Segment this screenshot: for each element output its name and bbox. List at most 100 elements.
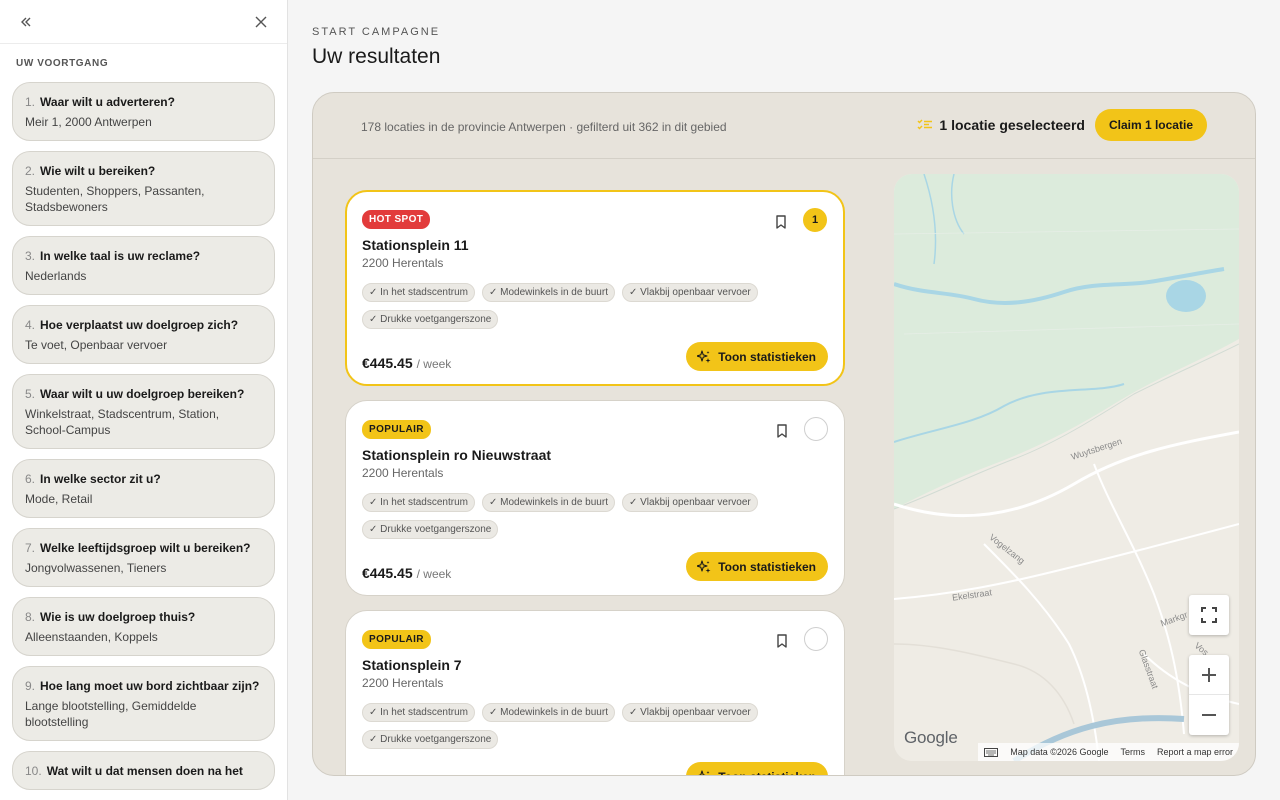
step-question: 9. Hoe lang moet uw bord zichtbaar zijn? — [25, 678, 262, 694]
progress-step[interactable]: 3. In welke taal is uw reclame? Nederlands — [12, 236, 275, 295]
location-postcode: 2200 Herentals — [362, 676, 444, 690]
page-title: Uw resultaten — [312, 45, 441, 68]
step-question-text: Wie wilt u bereiken? — [40, 164, 156, 178]
progress-sidebar: UW VOORTGANG 1. Waar wilt u adverteren? Me… — [0, 0, 288, 800]
show-stats-label: Toon statistieken — [718, 349, 816, 364]
map-footer: Map data ©2026 Google Terms Report a map… — [978, 743, 1239, 761]
step-number: 1. — [25, 95, 36, 109]
google-logo: Google — [904, 728, 958, 747]
step-number: 4. — [25, 318, 36, 332]
step-answer: Studenten, Shoppers, Passanten, Stadsbew… — [25, 184, 205, 214]
location-card[interactable]: HOT SPOT 1 Stationsplein 11 2200 Herentals ✓… — [345, 190, 845, 386]
feature-tag: ✓ Vlakbij openbaar vervoer — [621, 283, 758, 302]
bookmark-button[interactable] — [774, 633, 790, 649]
feature-tag: ✓ In het stadscentrum — [362, 703, 475, 722]
step-answer: Nederlands — [25, 269, 87, 283]
price-period: / week — [416, 567, 452, 581]
show-stats-label: Toon statistieken — [718, 559, 816, 574]
feature-tag: ✓ Modewinkels in de buurt — [481, 283, 615, 302]
map-report-link[interactable]: Report a map error — [1157, 747, 1233, 757]
step-answer: Alleenstaanden, Koppels — [25, 630, 158, 644]
location-badge: POPULAIR — [362, 420, 431, 439]
plus-icon — [1202, 667, 1216, 682]
map-data-attribution: Map data ©2026 Google — [1010, 747, 1109, 757]
zoom-in-button[interactable] — [1189, 655, 1229, 695]
show-stats-button[interactable]: Toon statistieken — [686, 342, 828, 371]
step-question: 10. Wat wilt u dat mensen doen na het — [25, 763, 262, 779]
location-postcode: 2200 Herentals — [362, 466, 444, 480]
step-question: 3. In welke taal is uw reclame? — [25, 248, 262, 264]
price-row: €445.45/ week — [362, 355, 451, 371]
close-icon — [255, 16, 267, 28]
list-check-icon — [917, 117, 933, 133]
fullscreen-icon — [1201, 607, 1217, 623]
progress-step[interactable]: 10. Wat wilt u dat mensen doen na het — [12, 751, 275, 790]
select-checkbox[interactable] — [804, 627, 828, 651]
location-card[interactable]: POPULAIR Stationsplein ro Nieuwstraat 2200… — [345, 400, 845, 596]
sparkles-icon — [697, 349, 711, 363]
step-question-text: Waar wilt u uw doelgroep bereiken? — [40, 387, 245, 401]
feature-tag: ✓ Drukke voetgangerszone — [362, 310, 499, 329]
location-title: Stationsplein 7 — [362, 657, 462, 673]
step-question-text: Wie is uw doelgroep thuis? — [40, 610, 196, 624]
location-badge: POPULAIR — [362, 630, 431, 649]
bookmark-button[interactable] — [773, 214, 789, 230]
bookmark-button[interactable] — [774, 423, 790, 439]
progress-step[interactable]: 1. Waar wilt u adverteren? Meir 1, 2000 An… — [12, 82, 275, 141]
price: €445.45 — [362, 355, 413, 371]
location-card[interactable]: POPULAIR Stationsplein 7 2200 Herentals ✓ I… — [345, 610, 845, 776]
feature-tags: ✓ In het stadscentrum ✓ Modewinkels in de… — [362, 283, 782, 329]
progress-steps: 1. Waar wilt u adverteren? Meir 1, 2000 An… — [12, 82, 275, 800]
progress-step[interactable]: 5. Waar wilt u uw doelgroep bereiken? Wink… — [12, 374, 275, 449]
select-checkbox[interactable] — [804, 417, 828, 441]
step-question: 2. Wie wilt u bereiken? — [25, 163, 262, 179]
fullscreen-button[interactable] — [1189, 595, 1229, 635]
location-title: Stationsplein 11 — [362, 237, 469, 253]
step-question: 8. Wie is uw doelgroep thuis? — [25, 609, 262, 625]
step-answer: Winkelstraat, Stadscentrum, Station, Sch… — [25, 407, 220, 437]
sparkles-icon — [697, 559, 711, 573]
feature-tag: ✓ Modewinkels in de buurt — [481, 703, 615, 722]
progress-step[interactable]: 7. Welke leeftijdsgroep wilt u bereiken? J… — [12, 528, 275, 587]
map[interactable]: Wuytsbergen Vogelzang Ekelstraat Markgr … — [894, 174, 1239, 761]
close-sidebar-button[interactable] — [251, 12, 271, 32]
sidebar-header — [0, 0, 287, 44]
location-badge: HOT SPOT — [362, 210, 431, 229]
progress-step[interactable]: 9. Hoe lang moet uw bord zichtbaar zijn? L… — [12, 666, 275, 741]
bookmark-icon — [777, 634, 787, 648]
step-question-text: Hoe verplaatst uw doelgroep zich? — [40, 318, 239, 332]
minus-icon — [1202, 714, 1216, 716]
page-eyebrow: START CAMPAGNE — [312, 26, 441, 38]
progress-step[interactable]: 6. In welke sector zit u? Mode, Retail — [12, 459, 275, 518]
feature-tag: ✓ Vlakbij openbaar vervoer — [621, 493, 758, 512]
price-row: €445.45/ week — [362, 565, 451, 581]
location-title: Stationsplein ro Nieuwstraat — [362, 447, 552, 463]
step-answer: Meir 1, 2000 Antwerpen — [25, 115, 152, 129]
chevrons-left-icon — [21, 17, 31, 27]
keyboard-icon[interactable] — [984, 747, 999, 757]
step-question-text: Hoe lang moet uw bord zichtbaar zijn? — [40, 679, 260, 693]
feature-tags: ✓ In het stadscentrum ✓ Modewinkels in de… — [362, 493, 782, 539]
price-period: / week — [416, 357, 452, 371]
progress-step[interactable]: 4. Hoe verplaatst uw doelgroep zich? Te vo… — [12, 305, 275, 364]
selection-summary: 1 locatie geselecteerd Claim 1 locatie — [917, 109, 1207, 141]
progress-step[interactable]: 8. Wie is uw doelgroep thuis? Alleenstaand… — [12, 597, 275, 656]
map-canvas[interactable] — [894, 174, 1239, 761]
claim-button[interactable]: Claim 1 locatie — [1094, 109, 1207, 141]
step-question-text: Welke leeftijdsgroep wilt u bereiken? — [40, 541, 251, 555]
location-list[interactable]: HOT SPOT 1 Stationsplein 11 2200 Herentals ✓… — [345, 190, 847, 776]
selected-count: 1 locatie geselecteerd — [939, 117, 1085, 133]
progress-step[interactable]: 2. Wie wilt u bereiken? Studenten, Shopper… — [12, 151, 275, 226]
step-number: 8. — [25, 610, 36, 624]
map-terms-link[interactable]: Terms — [1120, 747, 1145, 757]
feature-tag: ✓ In het stadscentrum — [362, 493, 475, 512]
collapse-sidebar-button[interactable] — [16, 12, 36, 32]
zoom-out-button[interactable] — [1189, 695, 1229, 735]
feature-tag: ✓ Modewinkels in de buurt — [481, 493, 615, 512]
show-stats-button[interactable]: Toon statistieken — [686, 552, 828, 581]
select-checkbox[interactable]: 1 — [803, 208, 827, 232]
price: €445.45 — [362, 775, 413, 776]
show-stats-label: Toon statistieken — [718, 770, 816, 776]
bookmark-icon — [776, 215, 786, 229]
show-stats-button[interactable]: Toon statistieken — [686, 762, 828, 776]
